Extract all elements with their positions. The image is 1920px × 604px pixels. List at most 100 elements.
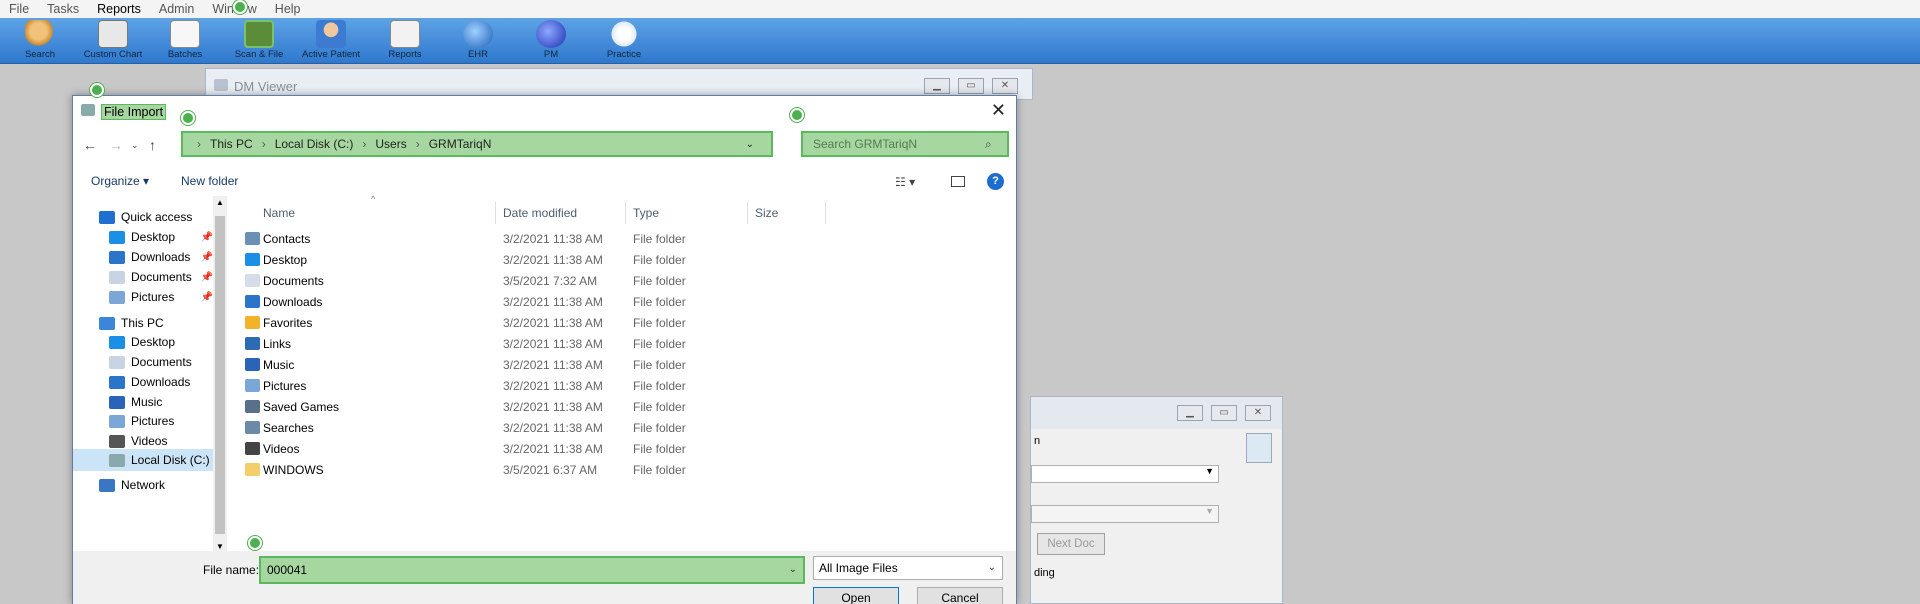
nav-item[interactable]: Documents — [73, 351, 213, 373]
search-input[interactable]: Search GRMTariqN — [801, 131, 1009, 157]
column-separator[interactable] — [747, 202, 748, 224]
nav-item[interactable]: Pictures — [73, 410, 213, 432]
breadcrumb-grmtariqn[interactable]: GRMTariqN — [429, 137, 492, 151]
panel-dropdown-1[interactable]: ▼ — [1031, 465, 1219, 483]
column-type-header[interactable]: Type — [633, 206, 659, 220]
file-type: File folder — [633, 232, 686, 246]
file-type-filter[interactable]: All Image Files ⌄ — [813, 556, 1003, 580]
panel-partial-text: ding — [1034, 567, 1055, 579]
file-row[interactable]: Downloads 3/2/2021 11:38 AM File folder — [243, 291, 1003, 312]
toolbar-search-button[interactable]: Search — [5, 20, 75, 60]
file-row[interactable]: WINDOWS 3/5/2021 6:37 AM File folder — [243, 459, 1003, 480]
file-date: 3/2/2021 11:38 AM — [503, 442, 603, 456]
dialog-footer: File name: 000041 ⌄ All Image Files ⌄ Op… — [73, 551, 1016, 604]
toolbar-ehr-label: EHR — [467, 49, 489, 60]
pin-icon: 📌 — [200, 291, 213, 303]
panel-close-button[interactable]: ✕ — [1245, 405, 1271, 421]
preview-pane-icon[interactable] — [951, 176, 965, 187]
file-name-input[interactable]: 000041 ⌄ — [259, 556, 805, 584]
menu-help[interactable]: Help — [266, 2, 310, 16]
file-row[interactable]: Saved Games 3/2/2021 11:38 AM File folder — [243, 396, 1003, 417]
toolbar-reports-button[interactable]: Reports — [370, 20, 440, 60]
cancel-button[interactable]: Cancel — [917, 587, 1003, 604]
toolbar-scan-file-button[interactable]: Scan & File — [224, 20, 294, 60]
clipboard-icon — [98, 20, 128, 48]
open-button[interactable]: Open — [813, 587, 899, 604]
scroll-up-icon[interactable]: ▲ — [216, 198, 224, 207]
toolbar-ehr-button[interactable]: EHR — [443, 20, 513, 60]
address-bar[interactable]: › This PC › Local Disk (C:) › Users › GR… — [181, 131, 773, 157]
folder-icon — [245, 316, 260, 329]
panel-maximize-button[interactable]: ▭ — [1211, 405, 1237, 421]
dm-viewer-minimize-button[interactable]: ▁ — [924, 78, 950, 94]
file-type: File folder — [633, 253, 686, 267]
file-row[interactable]: Desktop 3/2/2021 11:38 AM File folder — [243, 249, 1003, 270]
folder-icon — [109, 395, 125, 409]
view-options-icon[interactable]: ☷ ▾ — [895, 175, 915, 189]
nav-item-label: Local Disk (C:) — [131, 453, 210, 467]
organize-button[interactable]: Organize ▾ — [91, 174, 149, 188]
toolbar-pm-button[interactable]: PM — [516, 20, 586, 60]
nav-item[interactable]: Documents 📌 — [73, 266, 213, 288]
nav-item[interactable]: Quick access — [73, 206, 213, 228]
menu-file[interactable]: File — [0, 2, 38, 16]
nav-scrollbar[interactable]: ▲ ▼ — [213, 196, 227, 556]
file-row[interactable]: Videos 3/2/2021 11:38 AM File folder — [243, 438, 1003, 459]
panel-minimize-button[interactable]: ▁ — [1177, 405, 1203, 421]
nav-item[interactable]: Desktop — [73, 331, 213, 353]
nav-item[interactable]: Network — [73, 474, 213, 496]
menu-reports[interactable]: Reports — [88, 2, 150, 16]
nav-item[interactable]: Local Disk (C:) — [73, 449, 213, 471]
menu-admin[interactable]: Admin — [150, 2, 203, 16]
toolbar-custom-chart-button[interactable]: Custom Chart — [78, 20, 148, 60]
magnifier-person-icon — [25, 20, 55, 48]
breadcrumb-local-disk[interactable]: Local Disk (C:) — [275, 137, 354, 151]
scan-file-panel: ▁ ▭ ✕ n ▼ ▼ Next Doc ding — [1030, 396, 1283, 604]
column-separator[interactable] — [625, 202, 626, 224]
scroll-down-icon[interactable]: ▼ — [216, 542, 224, 551]
file-row[interactable]: Music 3/2/2021 11:38 AM File folder — [243, 354, 1003, 375]
column-date-header[interactable]: Date modified — [503, 206, 577, 220]
file-row[interactable]: Documents 3/5/2021 7:32 AM File folder — [243, 270, 1003, 291]
new-folder-button[interactable]: New folder — [181, 174, 238, 188]
filter-dropdown-icon[interactable]: ⌄ — [988, 557, 996, 579]
back-arrow-icon[interactable]: ← — [83, 137, 97, 153]
toolbar-active-patient-button[interactable]: Active Patient — [296, 20, 366, 60]
column-separator[interactable] — [495, 202, 496, 224]
nav-scrollbar-thumb[interactable] — [215, 216, 225, 534]
dm-viewer-maximize-button[interactable]: ▭ — [958, 78, 984, 94]
breadcrumb-users[interactable]: Users — [375, 137, 406, 151]
nav-item[interactable]: Pictures 📌 — [73, 286, 213, 308]
nav-item-label: Documents — [131, 270, 192, 284]
file-row[interactable]: Contacts 3/2/2021 11:38 AM File folder — [243, 228, 1003, 249]
address-dropdown-icon[interactable]: ⌄ — [746, 139, 754, 150]
column-separator[interactable] — [825, 202, 826, 224]
forward-arrow-icon[interactable]: → — [109, 137, 123, 153]
menu-tasks[interactable]: Tasks — [38, 2, 88, 16]
dialog-close-button[interactable]: ✕ — [991, 100, 1006, 121]
file-row[interactable]: Favorites 3/2/2021 11:38 AM File folder — [243, 312, 1003, 333]
recent-locations-chevron-icon[interactable]: ⌄ — [131, 140, 139, 151]
dm-viewer-close-button[interactable]: ✕ — [992, 78, 1018, 94]
folder-icon — [109, 375, 125, 389]
pin-icon: 📌 — [200, 231, 213, 243]
file-name-dropdown-icon[interactable]: ⌄ — [789, 558, 797, 582]
toolbar-pm-label: PM — [543, 49, 559, 60]
toolbar-practice-button[interactable]: Practice — [589, 20, 659, 60]
toolbar-batches-button[interactable]: Batches — [150, 20, 220, 60]
file-row[interactable]: Links 3/2/2021 11:38 AM File folder — [243, 333, 1003, 354]
nav-item[interactable]: Downloads — [73, 371, 213, 393]
scan-file-panel-header: ▁ ▭ ✕ — [1031, 397, 1282, 429]
column-name-header[interactable]: Name — [263, 206, 295, 220]
next-doc-button[interactable]: Next Doc — [1037, 533, 1105, 555]
help-icon[interactable]: ? — [987, 173, 1004, 190]
file-row[interactable]: Searches 3/2/2021 11:38 AM File folder — [243, 417, 1003, 438]
breadcrumb-this-pc[interactable]: This PC — [210, 137, 253, 151]
nav-item[interactable]: Downloads 📌 — [73, 246, 213, 268]
column-size-header[interactable]: Size — [755, 206, 778, 220]
file-row[interactable]: Pictures 3/2/2021 11:38 AM File folder — [243, 375, 1003, 396]
nav-item[interactable]: Desktop 📌 — [73, 226, 213, 248]
panel-dropdown-2[interactable]: ▼ — [1031, 505, 1219, 523]
up-arrow-icon[interactable]: ↑ — [149, 137, 156, 153]
file-type: File folder — [633, 337, 686, 351]
